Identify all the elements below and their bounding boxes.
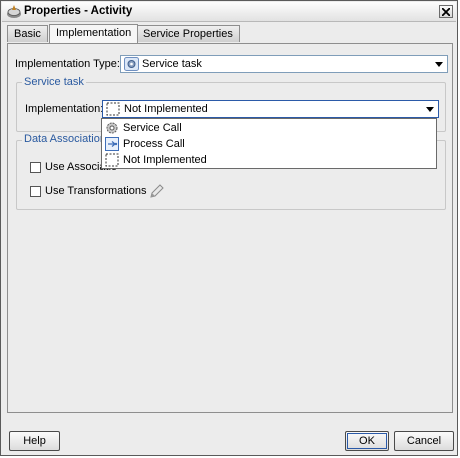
edit-pencil-icon[interactable] [149,183,165,199]
tab-implementation[interactable]: Implementation [49,24,139,43]
cancel-button[interactable]: Cancel [394,431,454,451]
dashed-box-icon [106,102,120,116]
title-bar[interactable]: Properties - Activity [2,2,456,22]
option-service-call-label: Service Call [123,122,182,134]
data-associations-legend: Data Associations [22,133,114,145]
app-icon [7,5,21,18]
dashed-box-icon [105,153,119,167]
implementation-type-select[interactable]: Service task [120,55,448,73]
implementation-dropdown-list: Service Call Process Call Not Implemente… [101,118,437,169]
option-service-call[interactable]: Service Call [103,120,435,136]
option-process-call-label: Process Call [123,138,185,150]
implementation-value: Not Implemented [124,103,208,115]
gear-icon [106,122,118,134]
implementation-panel: Implementation Type: Service task Servic… [7,43,453,413]
option-not-implemented[interactable]: Not Implemented [103,152,435,168]
help-button[interactable]: Help [9,431,60,451]
close-icon [442,8,450,16]
properties-dialog: Properties - Activity Basic Implementati… [0,0,458,456]
use-associations-checkbox[interactable] [30,162,41,173]
service-task-legend: Service task [22,76,86,88]
implementation-select[interactable]: Not Implemented [102,100,439,118]
service-task-gear-icon [124,57,139,71]
chevron-down-icon [426,107,434,112]
implementation-type-value: Service task [142,58,202,70]
use-transformations-label: Use Transformations [45,185,147,197]
tab-service-properties[interactable]: Service Properties [136,25,240,42]
tab-basic[interactable]: Basic [7,25,48,42]
process-call-icon [105,137,119,151]
chevron-down-icon [435,62,443,67]
implementation-type-label: Implementation Type: [15,58,120,70]
use-transformations-checkbox[interactable] [30,186,41,197]
close-button[interactable] [439,5,453,18]
option-process-call[interactable]: Process Call [103,136,435,152]
option-not-implemented-label: Not Implemented [123,154,207,166]
ok-button[interactable]: OK [345,431,389,451]
implementation-label: Implementation: [25,103,104,115]
window-title: Properties - Activity [24,5,133,17]
